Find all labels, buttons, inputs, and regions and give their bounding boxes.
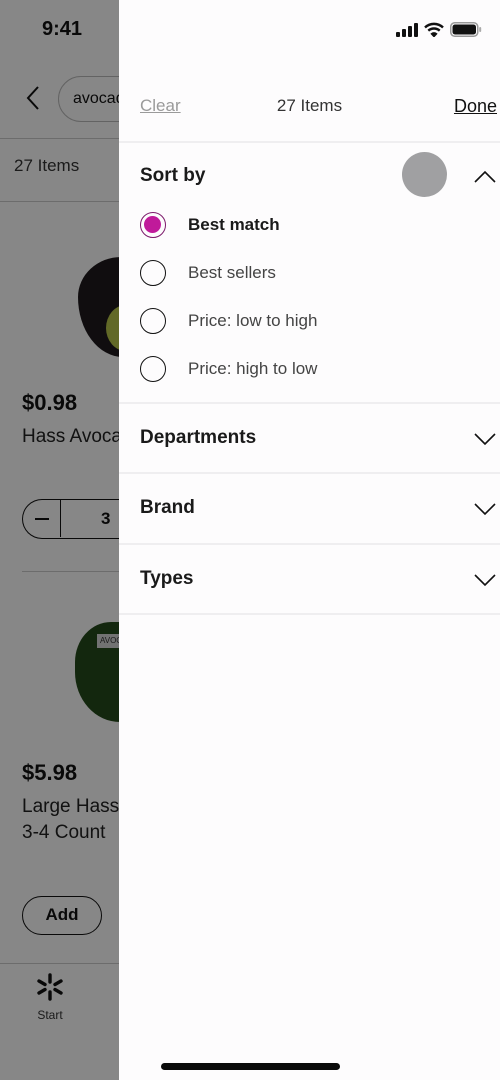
- radio-selected[interactable]: [140, 212, 166, 238]
- sort-option-label: Best match: [188, 215, 280, 234]
- sort-option-label: Best sellers: [188, 263, 276, 282]
- sort-option-best-match[interactable]: Best match: [140, 209, 280, 241]
- filter-sort-panel: 27 Items Clear Done Sort by Best match B…: [119, 0, 500, 1080]
- wifi-icon: [424, 22, 444, 37]
- divider: [119, 402, 500, 404]
- sort-option-label: Price: high to low: [188, 359, 318, 378]
- chevron-down-icon[interactable]: [474, 432, 496, 446]
- chevron-down-icon[interactable]: [474, 502, 496, 516]
- clear-button[interactable]: Clear: [140, 96, 181, 116]
- sort-option-best-sellers[interactable]: Best sellers: [140, 257, 276, 289]
- radio-unselected[interactable]: [140, 308, 166, 334]
- radio-unselected[interactable]: [140, 260, 166, 286]
- status-icons: [396, 22, 482, 37]
- radio-unselected[interactable]: [140, 356, 166, 382]
- brand-header[interactable]: Brand: [140, 497, 195, 519]
- sort-option-label: Price: low to high: [188, 311, 318, 330]
- cellular-signal-icon: [396, 22, 418, 37]
- touch-indicator: [402, 152, 447, 197]
- sort-option-price-high-to-low[interactable]: Price: high to low: [140, 353, 317, 385]
- departments-header[interactable]: Departments: [140, 427, 256, 449]
- chevron-down-icon[interactable]: [474, 573, 496, 587]
- types-header[interactable]: Types: [140, 568, 194, 590]
- sort-option-price-low-to-high[interactable]: Price: low to high: [140, 305, 317, 337]
- panel-header: 27 Items Clear Done: [119, 86, 500, 130]
- battery-icon: [450, 22, 482, 37]
- divider: [119, 141, 500, 143]
- divider: [119, 543, 500, 545]
- divider: [119, 613, 500, 615]
- sort-by-header[interactable]: Sort by: [140, 165, 205, 187]
- done-button[interactable]: Done: [454, 96, 497, 117]
- divider: [119, 472, 500, 474]
- home-indicator[interactable]: [161, 1063, 340, 1070]
- chevron-up-icon[interactable]: [474, 170, 496, 184]
